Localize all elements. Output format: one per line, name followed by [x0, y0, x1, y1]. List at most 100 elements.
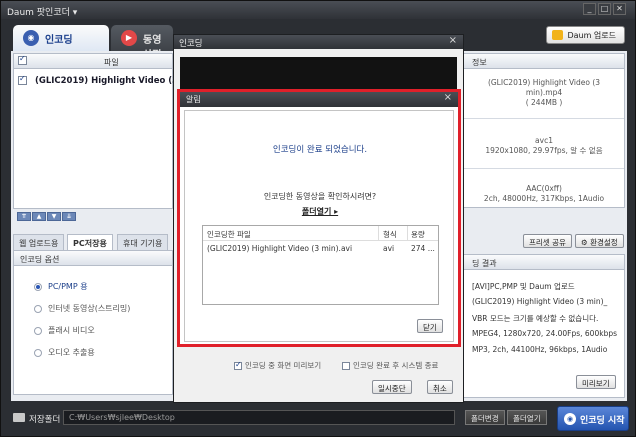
file-list-panel: 파일 (GLIC2019) Highlight Video (3 [13, 53, 178, 209]
file-info-line: (GLIC2019) Highlight Video (3 [487, 78, 601, 87]
tab-encoding-label: 인코딩 [45, 35, 73, 46]
radio-icon [34, 282, 42, 291]
move-up-button[interactable]: ▲ [32, 212, 46, 221]
alert-title: 알림 [186, 95, 201, 104]
completion-alert-dialog: 알림 × 인코딩이 완료 되었습니다. 인코딩한 동영상을 확인하시려면? 폴더… [177, 89, 461, 347]
open-folder-link[interactable]: 폴더열기 ▸ [185, 206, 455, 217]
checkbox-label: 인코딩 완료 후 시스템 종료 [353, 361, 439, 370]
audio-codec: AAC(0xff) [526, 184, 562, 193]
encoding-options-panel: 인코딩 옵션 PC/PMP 용 인터넷 동영상(스트리밍) 플래시 비디오 오디… [13, 250, 173, 395]
checkbox-icon [342, 362, 350, 370]
radio-icon [34, 304, 42, 313]
minimize-button[interactable]: _ [583, 3, 596, 15]
progress-dialog-title: 인코딩 [179, 39, 203, 49]
audio-details: 2ch, 48000Hz, 317Kbps, 1Audio [483, 194, 605, 203]
file-row-checkbox[interactable] [18, 74, 27, 85]
save-path-field[interactable]: C:₩Users₩sjlee₩Desktop [63, 410, 455, 425]
settings-label: 환경설정 [590, 238, 618, 247]
option-flash-video[interactable]: 플래시 비디오 [34, 325, 95, 336]
confirm-question: 인코딩한 동영상을 확인하시려면? [263, 192, 377, 201]
preset-share-button[interactable]: 프리셋 공유 [523, 234, 572, 248]
file-info-line: ( 244MB ) [525, 98, 563, 107]
cancel-button[interactable]: 취소 [427, 380, 453, 394]
tab-encoding[interactable]: ◉ 인코딩 [13, 25, 109, 51]
sub-tab-bar: 웹 업로드용 PC저장용 휴대 기기용 [13, 234, 183, 250]
move-bottom-button[interactable]: ⇊ [62, 212, 76, 221]
radio-icon [34, 326, 42, 335]
close-icon[interactable]: × [449, 35, 457, 46]
checkbox-label: 인코딩 중 화면 미리보기 [245, 361, 322, 370]
app-window: Daum 팟인코더 ▾ _ □ ✕ ◉ 인코딩 ▶ 동영상편 Daum 업로드 … [0, 0, 636, 437]
table-header: 인코딩한 파일 형식 용량 [203, 226, 438, 241]
file-info-header: 정보 [464, 54, 624, 69]
video-info-block: avc1 1920x1080, 29.97fps, 알 수 없음 [464, 136, 624, 156]
option-label: 플래시 비디오 [48, 326, 95, 335]
title-menu-chevron-icon[interactable]: ▾ [73, 8, 78, 18]
result-line: MPEG4, 1280x720, 24.00Fps, 600kbps [472, 329, 618, 338]
cell-size: 274 ... [411, 244, 435, 253]
column-divider [378, 226, 379, 241]
option-label: PC/PMP 용 [48, 282, 88, 291]
cell-file: (GLIC2019) Highlight Video (3 min).avi [207, 244, 353, 253]
preview-during-encoding-checkbox[interactable]: 인코딩 중 화면 미리보기 [234, 360, 321, 371]
folder-icon [13, 413, 25, 422]
result-line: VBR 모드는 크기를 예상할 수 없습니다. [472, 314, 599, 323]
option-streaming[interactable]: 인터넷 동영상(스트리밍) [34, 303, 130, 314]
audio-info-block: AAC(0xff) 2ch, 48000Hz, 317Kbps, 1Audio [464, 184, 624, 204]
start-encoding-label: 인코딩 시작 [580, 416, 625, 426]
option-pc-pmp[interactable]: PC/PMP 용 [34, 281, 88, 292]
encoded-files-table: 인코딩한 파일 형식 용량 (GLIC2019) Highlight Video… [202, 225, 439, 305]
table-row[interactable]: (GLIC2019) Highlight Video (3 min).avi a… [203, 241, 438, 256]
column-file: 인코딩한 파일 [207, 230, 251, 239]
daum-upload-button[interactable]: Daum 업로드 [546, 26, 625, 44]
select-all-checkbox[interactable] [18, 54, 27, 65]
option-label: 인터넷 동영상(스트리밍) [48, 304, 131, 313]
video-details: 1920x1080, 29.97fps, 알 수 없음 [485, 146, 603, 155]
tab-web-upload[interactable]: 웹 업로드용 [13, 234, 65, 250]
file-info-block: (GLIC2019) Highlight Video (3 min).mp4 (… [464, 78, 624, 108]
move-top-button[interactable]: ⇈ [17, 212, 31, 221]
encode-start-icon: ◉ [564, 413, 576, 425]
pause-button[interactable]: 일시중단 [372, 380, 412, 394]
list-order-buttons: ⇈ ▲ ▼ ⇊ [17, 211, 77, 221]
file-column-header: 파일 [104, 58, 119, 67]
file-info-panel: 정보 (GLIC2019) Highlight Video (3 min).mp… [463, 53, 625, 208]
bottom-bar: 저장폴더 C:₩Users₩sjlee₩Desktop 폴더변경 폴더열기 ◉ … [1, 403, 635, 436]
settings-button[interactable]: ⚙ 환경설정 [575, 234, 624, 248]
alert-title-bar: 알림 × [180, 92, 458, 107]
checkbox-icon [234, 360, 242, 370]
divider [464, 118, 624, 119]
video-codec: avc1 [535, 136, 553, 145]
option-label: 오디오 추출용 [48, 348, 95, 357]
app-title: Daum 팟인코더 [7, 8, 70, 18]
cell-format: avi [383, 244, 395, 253]
file-list-header: 파일 [14, 54, 172, 69]
change-folder-button[interactable]: 폴더변경 [465, 410, 505, 425]
result-line: (GLIC2019) Highlight Video (3 min)_ [472, 297, 608, 306]
close-window-button[interactable]: ✕ [613, 3, 626, 15]
preview-button[interactable]: 미리보기 [576, 375, 616, 389]
progress-dialog-title-bar: 인코딩 × [174, 35, 463, 49]
encoding-result-header: 딩 결과 [464, 255, 624, 270]
alert-close-button[interactable]: 닫기 [417, 319, 443, 333]
shutdown-after-encoding-checkbox[interactable]: 인코딩 완료 후 시스템 종료 [342, 360, 438, 371]
video-edit-icon: ▶ [121, 30, 137, 46]
maximize-button[interactable]: □ [598, 3, 611, 15]
gear-icon: ⚙ [581, 238, 591, 247]
option-audio-extract[interactable]: 오디오 추출용 [34, 347, 95, 358]
tab-pc-save[interactable]: PC저장용 [67, 234, 113, 250]
title-bar: Daum 팟인코더 ▾ _ □ ✕ [1, 1, 635, 19]
tab-video-edit[interactable]: ▶ 동영상편 [111, 25, 173, 61]
file-list-row[interactable]: (GLIC2019) Highlight Video (3 [18, 74, 178, 86]
encoding-result-panel: 딩 결과 [AVI]PC,PMP 및 Daum 업로드 (GLIC2019) H… [463, 254, 625, 398]
tab-mobile[interactable]: 휴대 기기용 [117, 234, 169, 250]
open-folder-button[interactable]: 폴더열기 [507, 410, 547, 425]
start-encoding-button[interactable]: ◉ 인코딩 시작 [557, 406, 629, 431]
column-divider [407, 226, 408, 241]
close-icon[interactable]: × [444, 92, 452, 103]
encoding-options-header: 인코딩 옵션 [14, 251, 172, 266]
move-down-button[interactable]: ▼ [47, 212, 61, 221]
save-folder-label: 저장폴더 [29, 415, 61, 425]
daum-upload-label: Daum 업로드 [567, 31, 616, 40]
file-info-line: min).mp4 [525, 88, 563, 97]
